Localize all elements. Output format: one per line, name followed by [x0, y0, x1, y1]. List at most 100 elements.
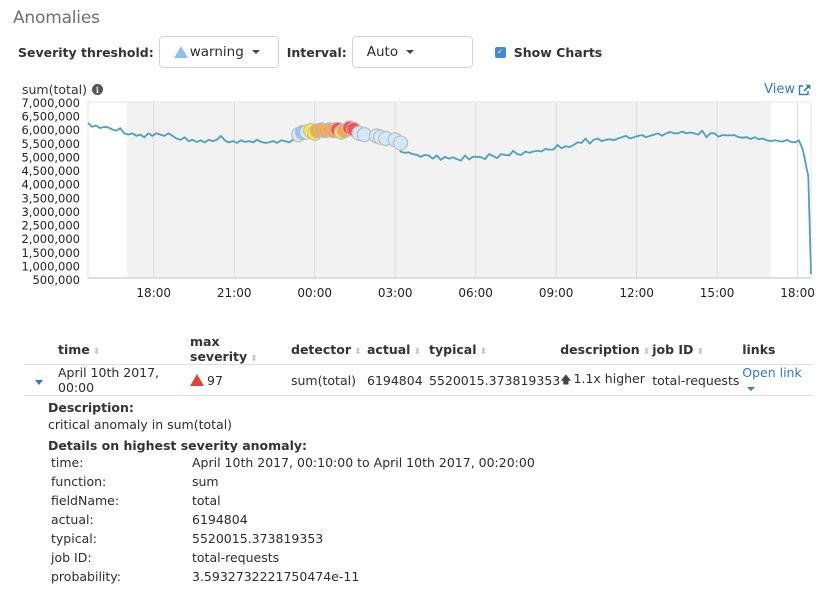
interval-label: Interval: [286, 44, 347, 60]
anomaly-details: Description: critical anomaly in sum(tot… [48, 400, 535, 586]
sort-icon: ⬍ [413, 346, 421, 357]
open-link-dropdown[interactable]: Open link [742, 365, 802, 395]
column-header-job-id[interactable]: job ID ⬍ [652, 334, 743, 365]
sort-icon: ⬍ [696, 346, 704, 357]
column-header-detector[interactable]: detector ⬍ [291, 334, 367, 365]
table-header-row: time ⬍ max severity ⬍ detector ⬍ actual ⬍ ty… [24, 334, 812, 365]
detail-key: actual: [51, 512, 94, 527]
x-tick-label: 06:00 [458, 286, 493, 300]
detail-value: 6194804 [192, 512, 248, 527]
y-tick-label: 6,500,000 [21, 110, 80, 124]
cell-job-id: total-requests [652, 364, 743, 396]
detail-value: 3.5932732221750474e-11 [192, 569, 360, 584]
y-tick-label: 2,000,000 [21, 232, 80, 246]
y-tick-label: 5,500,000 [21, 137, 80, 151]
cell-description: 🡅 1.1x higher [560, 364, 653, 396]
details-fields: time: April 10th 2017, 00:10:00 to April … [48, 453, 535, 586]
y-tick-label: 1,000,000 [21, 259, 80, 273]
cell-typical: 5520015.373819353 [429, 364, 561, 396]
detail-field: typical: 5520015.373819353 [48, 529, 535, 548]
x-tick-label: 18:00 [780, 286, 815, 300]
detail-value: total-requests [192, 550, 280, 565]
y-tick-label: 1,500,000 [21, 246, 80, 260]
column-header-links: links [742, 334, 812, 365]
y-tick-label: 4,000,000 [21, 178, 80, 192]
detail-key: function: [51, 474, 107, 489]
severity-threshold-label: Severity threshold: [18, 44, 154, 60]
column-header-max-severity[interactable]: max severity ⬍ [190, 334, 291, 365]
cell-detector: sum(total) [291, 364, 367, 396]
interval-select[interactable]: Auto [351, 36, 473, 68]
page-title: Anomalies [13, 8, 100, 28]
x-tick-label: 21:00 [217, 286, 252, 300]
column-header-time[interactable]: time ⬍ [58, 334, 190, 365]
detail-field: time: April 10th 2017, 00:10:00 to April … [48, 453, 535, 472]
detail-value: April 10th 2017, 00:10:00 to April 10th … [192, 455, 535, 470]
detail-key: fieldName: [51, 493, 120, 508]
detail-value: sum [192, 474, 219, 489]
severity-threshold-select[interactable]: warning [158, 36, 279, 68]
selected-range [126, 102, 771, 278]
column-header-typical[interactable]: typical ⬍ [429, 334, 561, 365]
caret-down-icon [406, 50, 415, 54]
x-tick-label: 03:00 [378, 286, 413, 300]
sort-icon: ⬍ [642, 346, 651, 357]
x-tick-label: 18:00 [136, 286, 171, 300]
y-tick-label: 2,500,000 [21, 219, 80, 233]
anomalies-table: time ⬍ max severity ⬍ detector ⬍ actual ⬍ ty… [24, 334, 812, 396]
caret-down-icon [251, 50, 260, 54]
cell-actual: 6194804 [367, 364, 429, 396]
detail-key: job ID: [51, 550, 92, 565]
x-tick-label: 12:00 [619, 286, 654, 300]
cell-max-severity: 97 [190, 364, 291, 396]
column-header-description[interactable]: description ⬍ [560, 334, 653, 365]
detail-field: job ID: total-requests [48, 548, 535, 567]
cell-time: April 10th 2017, 00:00 [58, 364, 190, 396]
arrow-up-icon: 🡅 [560, 372, 572, 386]
detail-value: total [192, 493, 221, 508]
expand-column-header [24, 334, 58, 365]
sort-icon: ⬍ [479, 346, 488, 357]
highest-severity-heading: Details on highest severity anomaly: [48, 438, 308, 453]
interval-value: Auto [366, 44, 399, 60]
x-tick-label: 00:00 [297, 286, 332, 300]
show-charts-label[interactable]: Show Charts [514, 45, 602, 60]
detail-field: function: sum [48, 472, 535, 491]
detail-key: time: [51, 455, 84, 470]
cell-links: Open link [742, 364, 812, 396]
y-tick-label: 7,000,000 [21, 96, 80, 110]
description-heading: Description: [48, 400, 134, 415]
caret-down-icon [747, 386, 756, 391]
expand-row-toggle[interactable] [24, 364, 58, 396]
controls-bar: Severity threshold: warning Interval: Au… [18, 36, 602, 68]
y-tick-label: 500,000 [32, 273, 80, 287]
external-link-icon [798, 84, 811, 95]
column-header-actual[interactable]: actual ⬍ [367, 334, 429, 365]
anomaly-marker-low [392, 135, 409, 151]
description-text: critical anomaly in sum(total) [48, 417, 233, 432]
critical-warning-icon [190, 373, 204, 386]
y-tick-label: 4,500,000 [21, 164, 80, 178]
y-tick-label: 3,500,000 [21, 191, 80, 205]
detail-field: fieldName: total [48, 491, 535, 510]
detail-field: probability: 3.5932732221750474e-11 [48, 567, 535, 586]
y-tick-label: 6,000,000 [21, 123, 80, 137]
sort-icon: ⬍ [250, 354, 258, 364]
chart: 18:00 21:00 00:00 03:00 06:00 09:00 12:00 15:00… [21, 96, 815, 300]
detail-key: probability: [51, 569, 121, 584]
table-row: April 10th 2017, 00:00 97 sum(total) 619… [24, 364, 812, 396]
x-tick-label: 15:00 [700, 286, 735, 300]
caret-down-icon [35, 379, 43, 385]
detail-value: 5520015.373819353 [192, 531, 324, 546]
severity-threshold-value: warning [189, 44, 244, 60]
detail-key: typical: [51, 531, 97, 546]
y-tick-label: 5,000,000 [21, 150, 80, 164]
y-tick-label: 3,000,000 [21, 205, 80, 219]
info-icon[interactable]: i [91, 84, 103, 95]
warning-icon [173, 46, 188, 58]
sort-icon: ⬍ [92, 346, 101, 357]
x-tick-label: 09:00 [539, 286, 574, 300]
sort-icon: ⬍ [354, 346, 362, 357]
detail-field: actual: 6194804 [48, 510, 535, 529]
show-charts-checkbox[interactable]: ✓ [494, 46, 506, 58]
